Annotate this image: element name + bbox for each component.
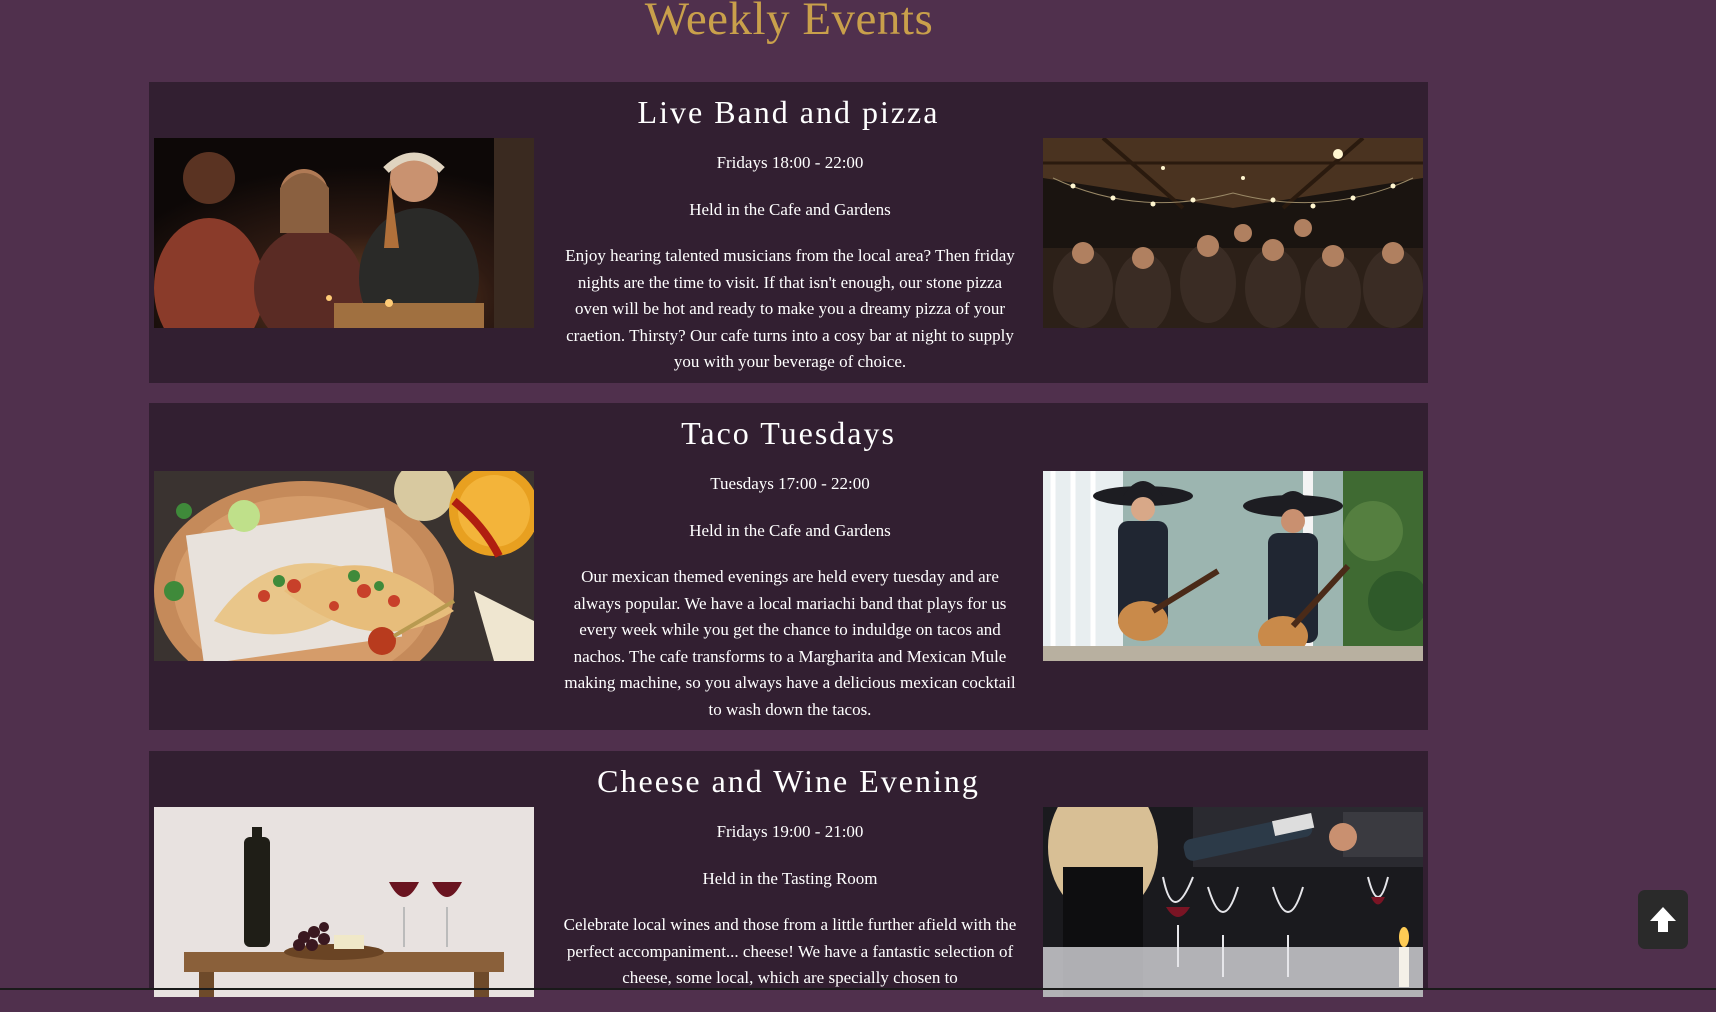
event-title: Taco Tuesdays: [681, 415, 896, 451]
event-location: Held in the Cafe and Gardens: [689, 199, 891, 219]
scroll-to-top-button[interactable]: [1638, 890, 1688, 949]
event-photo-mariachi-band: [1043, 471, 1423, 661]
event-photo-wine-pouring: [1043, 807, 1423, 997]
event-time: Fridays 19:00 - 21:00: [716, 822, 864, 841]
event-location: Held in the Tasting Room: [702, 868, 878, 888]
event-photo-garden-concert: [1043, 138, 1423, 328]
event-description: Celebrate local wines and those from a l…: [563, 915, 1017, 987]
event-title: Live Band and pizza: [637, 94, 940, 130]
arrow-up-icon: [1648, 905, 1678, 935]
event-description: Our mexican themed evenings are held eve…: [564, 567, 1016, 719]
event-details: Fridays 18:00 - 22:00 Held in the Cafe a…: [560, 150, 1020, 396]
event-time: Tuesdays 17:00 - 22:00: [710, 474, 870, 493]
event-time: Fridays 18:00 - 22:00: [716, 153, 864, 172]
event-description: Enjoy hearing talented musicians from th…: [565, 246, 1015, 371]
event-photo-friends-pizza: [154, 138, 534, 328]
page-title: Weekly Events: [644, 0, 934, 45]
event-title: Cheese and Wine Evening: [597, 763, 980, 799]
event-photo-wine-table: [154, 807, 534, 997]
event-card-cheese-wine: Cheese and Wine Evening Fridays 19:00 - …: [149, 751, 1428, 997]
event-card-taco-tuesdays: Taco Tuesdays Tuesdays 17:00 - 22:00 Hel…: [149, 403, 1428, 730]
event-details: Fridays 19:00 - 21:00 Held in the Tastin…: [560, 819, 1020, 1012]
event-details: Tuesdays 17:00 - 22:00 Held in the Cafe …: [560, 471, 1020, 743]
event-location: Held in the Cafe and Gardens: [689, 520, 891, 540]
event-card-live-band: Live Band and pizza Fridays 18:00 - 22:0…: [149, 82, 1428, 383]
event-photo-tacos: [154, 471, 534, 661]
